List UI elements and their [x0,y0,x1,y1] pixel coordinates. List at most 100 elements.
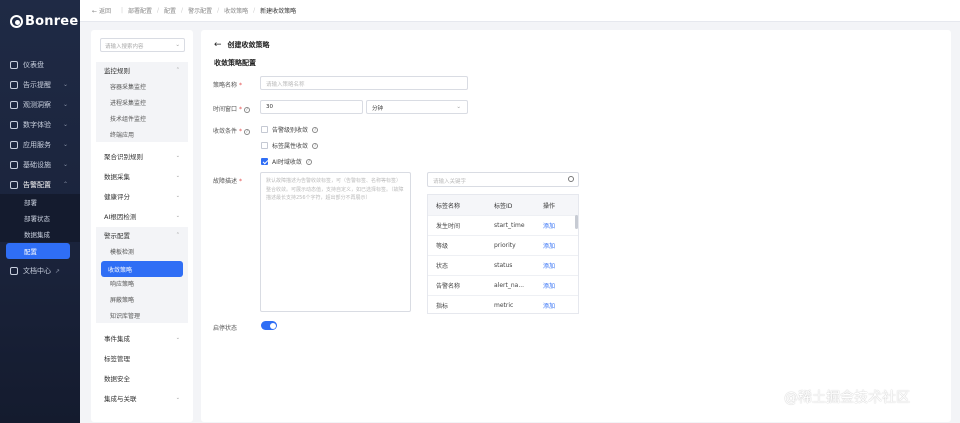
desc-placeholder: 默认故障描述为告警收敛标签，可（告警标签、名称等标签）整合收敛。可展示动态值，支… [266,178,404,201]
add-tag-link[interactable]: 添加 [543,261,555,270]
name-input[interactable]: 请输入策略名称 [260,76,468,90]
add-tag-link[interactable]: 添加 [543,241,555,250]
menu-group-label: 事件集成 [104,335,130,343]
sidebar-subitem-integration[interactable]: 数据集成 [0,226,80,242]
sidebar-item-digital[interactable]: 数字体验 ⌄ [0,116,80,134]
menu-group-label: 数据安全 [104,375,130,383]
table-row: 状态 status 添加 [428,255,578,275]
doc-icon [10,267,18,275]
add-tag-link[interactable]: 添加 [543,221,555,230]
sidebar-item-alerts[interactable]: 告示提醒 ⌄ [0,76,80,94]
breadcrumb-separator: / [181,7,184,14]
sidebar-subitem-status[interactable]: 部署状态 [0,210,80,226]
tag-id: status [494,262,513,269]
sidebar-item-config[interactable]: 告警配置 ⌃ [0,176,80,194]
table-scrollbar[interactable] [575,215,578,229]
sidebar-item-infra[interactable]: 基础设施 ⌄ [0,156,80,174]
required-mark: * [238,178,242,185]
chevron-down-icon: ⌄ [456,104,461,110]
desc-textarea[interactable]: 默认故障描述为告警收敛标签，可（告警标签、名称等标签）整合收敛。可展示动态值，支… [260,172,411,312]
tag-name: 发生时间 [436,223,461,230]
menu-group-label: 标签管理 [104,355,130,363]
checkbox-box[interactable] [261,126,268,133]
help-icon[interactable]: ? [312,126,319,133]
sidebar: Bonree 仪表盘 告示提醒 ⌄ 观测洞察 ⌄ 数字体验 ⌄ 应用服务 ⌄ 基础设施 ⌄… [0,0,80,423]
bell-icon [10,81,18,89]
window-value: 30 [266,104,273,110]
sidebar-item-dashboard[interactable]: 仪表盘 [0,56,80,74]
menu-item-label: 知识库管理 [110,312,141,320]
condition-label: 收敛条件 *? [213,126,250,135]
help-icon[interactable]: ? [243,107,250,113]
window-value-input[interactable]: 30 [260,100,363,114]
sidebar-subitem-settings[interactable]: 配置 [6,243,70,259]
condition-label-text: 收敛条件 [213,128,238,135]
breadcrumb-separator: / [157,7,160,14]
menu-item[interactable]: 屏蔽策略 [96,291,188,307]
menu-group[interactable]: AI根因检测 ⌄ [96,208,188,224]
condition-tag-checkbox[interactable]: 标签属性收敛? [261,141,319,150]
tag-search-input[interactable]: 请输入关键字 [427,172,579,187]
sidebar-subitem-label: 配置 [24,248,37,256]
menu-item[interactable]: 技术组件监控 [96,110,188,126]
tag-name: 指标 [436,303,449,310]
menu-item[interactable]: 进程采集监控 [96,94,188,110]
brand-logo[interactable]: Bonree [10,14,78,29]
enable-toggle[interactable] [261,321,277,330]
menu-group-alert-config[interactable]: 警示配置 ⌃ [96,227,188,243]
window-label: 时间窗口 *? [213,104,250,113]
menu-group[interactable]: 事件集成 ⌄ [96,330,188,346]
sidebar-subitem-deploy[interactable]: 部署 [0,194,80,210]
page-header[interactable]: ← 创建收敛策略 [214,40,270,50]
sidebar-item-docs[interactable]: 文档中心 ↗ [0,262,80,280]
menu-group[interactable]: 数据安全 [96,370,188,386]
sidebar-item-app[interactable]: 应用服务 ⌄ [0,136,80,154]
required-mark: * [238,82,242,89]
breadcrumb-item[interactable]: 警示配置 [188,6,212,15]
arrow-left-icon[interactable]: ← [214,40,222,50]
breadcrumb-separator: | [120,7,123,14]
menu-item[interactable]: 响应策略 [96,275,188,291]
menu-group[interactable]: 聚合识别规则 ⌄ [96,148,188,164]
menu-item[interactable]: 模板检测 [96,243,188,259]
search-icon[interactable] [568,176,574,182]
tag-name: 告警名称 [436,283,461,290]
checkbox-box-checked[interactable] [261,158,268,165]
add-tag-link[interactable]: 添加 [543,301,555,310]
menu-item[interactable]: 知识库管理 [96,307,188,323]
menu-search-input[interactable]: 请输入搜索内容 ⌄ [100,38,185,52]
menu-group[interactable]: 集成与关联 ⌄ [96,390,188,406]
external-link-icon: ↗ [55,267,61,275]
menu-item[interactable]: 终端应用 [96,126,188,142]
help-icon[interactable]: ? [312,142,319,149]
window-unit-select[interactable]: 分钟 ⌄ [366,100,468,114]
menu-search-placeholder: 请输入搜索内容 [105,44,144,50]
menu-group[interactable]: 健康评分 ⌄ [96,188,188,204]
menu-group[interactable]: 数据采集 ⌄ [96,168,188,184]
menu-group[interactable]: 标签管理 [96,350,188,366]
condition-ai-checkbox[interactable]: AI时域收敛? [261,157,312,166]
menu-item[interactable]: 容器采集监控 [96,78,188,94]
chevron-down-icon: ⌄ [175,395,180,401]
chevron-up-icon: ⌃ [175,232,180,238]
tag-table: 标签名称 标签ID 操作 发生时间 start_time 添加 等级 priority… [427,194,579,314]
sidebar-item-label: 观测洞察 [23,101,51,109]
menu-group-monitor-rules[interactable]: 监控规则 ⌃ [96,62,188,78]
checkbox-box[interactable] [261,142,268,149]
checkbox-label: 标签属性收敛 [272,143,309,150]
menu-item-active[interactable]: 收敛策略 [101,261,183,277]
tag-id: alert_na... [494,282,525,289]
tag-search-placeholder: 请输入关键字 [433,179,467,185]
sidebar-item-label: 告示提醒 [23,81,51,89]
breadcrumb-item[interactable]: 收敛策略 [224,6,248,15]
dashboard-icon [10,61,18,69]
condition-level-checkbox[interactable]: 告警级别收敛? [261,125,319,134]
sidebar-item-observe[interactable]: 观测洞察 ⌄ [0,96,80,114]
back-link[interactable]: ← 返回 [92,6,116,15]
breadcrumb-item[interactable]: 部署配置 [128,6,152,15]
add-tag-link[interactable]: 添加 [543,281,555,290]
breadcrumb-item[interactable]: 配置 [164,6,176,15]
help-icon[interactable]: ? [243,129,250,135]
help-icon[interactable]: ? [305,158,312,165]
breadcrumb: ← 返回 | 部署配置 / 配置 / 警示配置 / 收敛策略 / 新建收敛策略 [80,0,960,22]
